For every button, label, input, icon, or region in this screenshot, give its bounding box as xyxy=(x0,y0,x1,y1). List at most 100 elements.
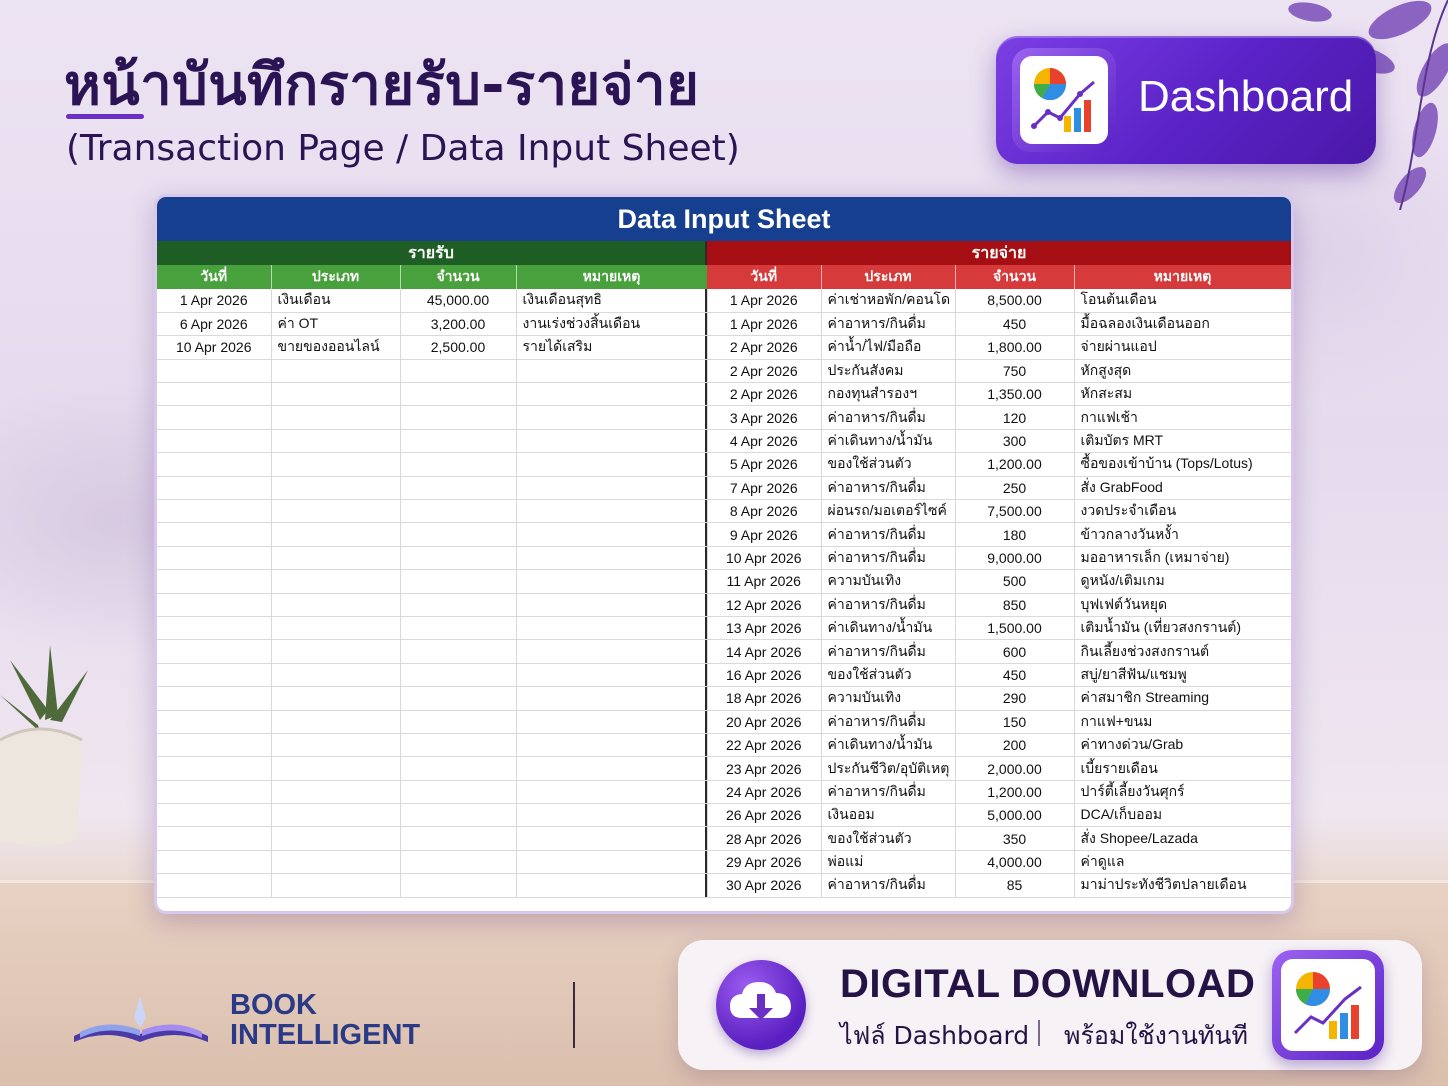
expense-cell-category[interactable]: ค่าอาหาร/กินดื่ม xyxy=(821,873,956,898)
income-cell-amount[interactable] xyxy=(400,826,517,851)
expense-cell-amount[interactable]: 1,800.00 xyxy=(955,335,1075,360)
income-cell-amount[interactable] xyxy=(400,686,517,711)
income-cell-amount[interactable] xyxy=(400,359,517,384)
income-cell-date[interactable] xyxy=(157,850,272,875)
income-cell-category[interactable] xyxy=(271,803,401,828)
expense-cell-category[interactable]: ค่าอาหาร/กินดื่ม xyxy=(821,522,956,547)
expense-cell-category[interactable]: ค่าเดินทาง/น้ำมัน xyxy=(821,616,956,641)
income-cell-date[interactable] xyxy=(157,569,272,594)
expense-col-date[interactable]: วันที่ xyxy=(707,265,822,289)
digital-download-card[interactable]: DIGITAL DOWNLOAD ไฟล์ Dashboard พร้อมใช้… xyxy=(678,940,1422,1070)
expense-cell-note[interactable]: กินเลี้ยงช่วงสงกรานต์ xyxy=(1074,639,1291,664)
expense-cell-category[interactable]: ความบันเทิง xyxy=(821,686,956,711)
expense-cell-amount[interactable]: 600 xyxy=(955,639,1075,664)
income-cell-date[interactable]: 10 Apr 2026 xyxy=(157,335,272,360)
income-cell-category[interactable] xyxy=(271,569,401,594)
income-cell-category[interactable] xyxy=(271,382,401,407)
expense-cell-amount[interactable]: 850 xyxy=(955,593,1075,617)
income-cell-category[interactable] xyxy=(271,733,401,758)
expense-cell-date[interactable]: 3 Apr 2026 xyxy=(707,405,822,430)
income-cell-category[interactable] xyxy=(271,756,401,781)
income-cell-amount[interactable] xyxy=(400,780,517,805)
income-cell-note[interactable] xyxy=(516,382,708,407)
income-cell-date[interactable] xyxy=(157,873,272,898)
expense-cell-date[interactable]: 13 Apr 2026 xyxy=(707,616,822,641)
expense-col-category[interactable]: ประเภท xyxy=(821,265,956,289)
income-cell-note[interactable] xyxy=(516,663,708,688)
income-cell-category[interactable] xyxy=(271,663,401,688)
income-cell-category[interactable] xyxy=(271,522,401,547)
expense-cell-date[interactable]: 22 Apr 2026 xyxy=(707,733,822,758)
expense-cell-date[interactable]: 2 Apr 2026 xyxy=(707,359,822,384)
expense-col-note[interactable]: หมายเหตุ xyxy=(1074,265,1291,289)
expense-cell-note[interactable]: เติมน้ำมัน (เที่ยวสงกรานต์) xyxy=(1074,616,1291,641)
income-cell-category[interactable] xyxy=(271,850,401,875)
expense-cell-note[interactable]: ข้าวกลางวันหงั้า xyxy=(1074,522,1291,547)
expense-cell-amount[interactable]: 1,350.00 xyxy=(955,382,1075,407)
expense-cell-date[interactable]: 28 Apr 2026 xyxy=(707,826,822,851)
expense-cell-date[interactable]: 20 Apr 2026 xyxy=(707,710,822,734)
expense-cell-note[interactable]: ดูหนัง/เติมเกม xyxy=(1074,569,1291,594)
expense-cell-note[interactable]: หักสะสม xyxy=(1074,382,1291,407)
income-cell-date[interactable] xyxy=(157,546,272,571)
income-col-amount[interactable]: จำนวน xyxy=(400,265,517,289)
expense-cell-date[interactable]: 26 Apr 2026 xyxy=(707,803,822,828)
expense-cell-amount[interactable]: 7,500.00 xyxy=(955,499,1075,524)
income-cell-note[interactable] xyxy=(516,499,708,524)
income-cell-category[interactable] xyxy=(271,359,401,384)
income-cell-amount[interactable] xyxy=(400,803,517,828)
income-cell-note[interactable] xyxy=(516,452,708,477)
expense-cell-amount[interactable]: 750 xyxy=(955,359,1075,384)
income-cell-date[interactable] xyxy=(157,476,272,501)
expense-cell-note[interactable]: มื้อฉลองเงินเดือนออก xyxy=(1074,312,1291,337)
expense-cell-note[interactable]: ค่าสมาชิก Streaming xyxy=(1074,686,1291,711)
expense-cell-date[interactable]: 23 Apr 2026 xyxy=(707,756,822,781)
expense-cell-date[interactable]: 14 Apr 2026 xyxy=(707,639,822,664)
expense-cell-note[interactable]: มออาหารเล็ก (เหมาจ่าย) xyxy=(1074,546,1291,571)
income-cell-category[interactable] xyxy=(271,639,401,664)
expense-cell-amount[interactable]: 2,000.00 xyxy=(955,756,1075,781)
expense-cell-note[interactable]: หักสูงสุด xyxy=(1074,359,1291,384)
income-cell-date[interactable] xyxy=(157,499,272,524)
income-cell-date[interactable] xyxy=(157,616,272,641)
expense-cell-date[interactable]: 8 Apr 2026 xyxy=(707,499,822,524)
expense-cell-amount[interactable]: 9,000.00 xyxy=(955,546,1075,571)
expense-cell-category[interactable]: เงินออม xyxy=(821,803,956,828)
expense-cell-amount[interactable]: 1,500.00 xyxy=(955,616,1075,641)
income-cell-date[interactable] xyxy=(157,522,272,547)
income-cell-note[interactable] xyxy=(516,756,708,781)
expense-cell-category[interactable]: ประกันสังคม xyxy=(821,359,956,384)
expense-cell-note[interactable]: DCA/เก็บออม xyxy=(1074,803,1291,828)
expense-cell-date[interactable]: 5 Apr 2026 xyxy=(707,452,822,477)
income-cell-note[interactable] xyxy=(516,616,708,641)
income-cell-note[interactable] xyxy=(516,686,708,711)
income-cell-category[interactable] xyxy=(271,710,401,734)
income-cell-date[interactable]: 6 Apr 2026 xyxy=(157,312,272,337)
expense-cell-category[interactable]: ผ่อนรถ/มอเตอร์ไซค์ xyxy=(821,499,956,524)
income-cell-category[interactable]: ขายของออนไลน์ xyxy=(271,335,401,360)
income-cell-note[interactable] xyxy=(516,569,708,594)
expense-cell-amount[interactable]: 1,200.00 xyxy=(955,452,1075,477)
expense-cell-category[interactable]: ค่าอาหาร/กินดื่ม xyxy=(821,593,956,617)
income-cell-amount[interactable] xyxy=(400,710,517,734)
income-cell-amount[interactable] xyxy=(400,405,517,430)
expense-cell-note[interactable]: ค่าดูแล xyxy=(1074,850,1291,875)
income-cell-category[interactable]: เงินเดือน xyxy=(271,289,401,313)
income-cell-date[interactable] xyxy=(157,710,272,734)
expense-cell-category[interactable]: ค่าน้ำ/ไฟ/มือถือ xyxy=(821,335,956,360)
income-cell-date[interactable] xyxy=(157,405,272,430)
expense-cell-date[interactable]: 16 Apr 2026 xyxy=(707,663,822,688)
income-cell-amount[interactable] xyxy=(400,452,517,477)
income-cell-note[interactable]: รายได้เสริม xyxy=(516,335,708,360)
income-cell-date[interactable] xyxy=(157,382,272,407)
income-cell-amount[interactable] xyxy=(400,429,517,454)
income-cell-note[interactable] xyxy=(516,405,708,430)
expense-cell-amount[interactable]: 85 xyxy=(955,873,1075,898)
expense-cell-category[interactable]: ความบันเทิง xyxy=(821,569,956,594)
expense-cell-category[interactable]: กองทุนสำรองฯ xyxy=(821,382,956,407)
income-cell-note[interactable] xyxy=(516,429,708,454)
income-cell-amount[interactable] xyxy=(400,569,517,594)
expense-cell-note[interactable]: ค่าทางด่วน/Grab xyxy=(1074,733,1291,758)
expense-cell-category[interactable]: ค่าอาหาร/กินดื่ม xyxy=(821,639,956,664)
income-cell-note[interactable] xyxy=(516,359,708,384)
